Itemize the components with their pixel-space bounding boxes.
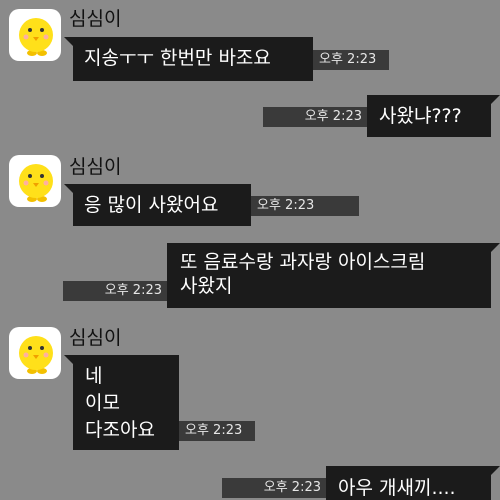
message-text: 이모 (85, 392, 120, 414)
sender-name: 심심이 (69, 327, 122, 349)
message-time: 오후 2:23 (222, 478, 326, 498)
chick-icon (19, 18, 53, 56)
sender-name: 심심이 (69, 8, 122, 30)
message-text: 응 많이 사왔어요 (84, 194, 219, 216)
message-text: 사왔지 (180, 275, 233, 297)
chat-area: 심심이 지송ㅜㅜ 한번만 바조요 오후 2:23 오후 2:23 사왔냐??? … (0, 0, 500, 500)
chick-icon (19, 164, 53, 202)
message-time: 오후 2:23 (63, 281, 167, 301)
message-text: 사왔냐??? (379, 105, 462, 127)
sender-name: 심심이 (69, 156, 122, 178)
message-text: 네 (85, 365, 103, 387)
chick-icon (19, 336, 53, 374)
avatar[interactable] (9, 9, 61, 61)
message-bubble-incoming[interactable]: 지송ㅜㅜ 한번만 바조요 (64, 37, 313, 81)
message-bubble-incoming[interactable]: 응 많이 사왔어요 (64, 184, 251, 226)
message-bubble-outgoing[interactable]: 아우 개새끼.... (326, 466, 500, 500)
message-time: 오후 2:23 (313, 50, 389, 70)
message-bubble-incoming[interactable]: 네 이모 다조아요 (64, 355, 179, 450)
message-time: 오후 2:23 (179, 421, 255, 441)
message-time: 오후 2:23 (251, 196, 359, 216)
avatar[interactable] (9, 155, 61, 207)
message-bubble-outgoing[interactable]: 또 음료수랑 과자랑 아이스크림 사왔지 (167, 243, 500, 308)
message-text: 또 음료수랑 과자랑 아이스크림 (180, 251, 426, 273)
message-bubble-outgoing[interactable]: 사왔냐??? (367, 95, 500, 137)
message-text: 지송ㅜㅜ 한번만 바조요 (84, 47, 271, 69)
message-time: 오후 2:23 (263, 107, 367, 127)
avatar[interactable] (9, 327, 61, 379)
message-text: 다조아요 (85, 419, 155, 441)
message-text: 아우 개새끼.... (338, 477, 456, 499)
